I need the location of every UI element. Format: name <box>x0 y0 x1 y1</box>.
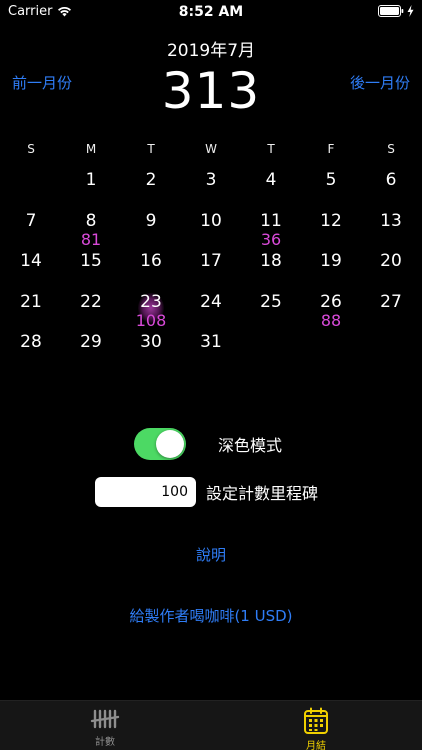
calendar-day-number: 25 <box>260 291 282 312</box>
status-time: 8:52 AM <box>178 4 244 20</box>
calendar-day-number: 24 <box>200 291 222 312</box>
weekday-header: S M T W T F S <box>0 142 422 156</box>
calendar-icon <box>304 707 328 734</box>
calendar-day[interactable]: 17 <box>181 249 241 290</box>
calendar-day-number: 1 <box>85 170 97 190</box>
calendar-day-number: 26 <box>320 291 342 312</box>
calendar-day[interactable]: 9 <box>121 209 181 250</box>
calendar-day[interactable]: 13 <box>361 209 421 250</box>
dark-mode-label: 深色模式 <box>218 436 283 455</box>
calendar-day[interactable]: 24 <box>181 290 241 331</box>
battery-indicator <box>378 5 414 17</box>
help-button[interactable]: 說明 <box>0 544 422 565</box>
weekday-fri: F <box>327 142 335 156</box>
calendar-day[interactable]: 8 81 <box>61 209 121 250</box>
dark-mode-row: 深色模式 <box>134 428 282 460</box>
calendar-day-number: 16 <box>140 251 162 271</box>
tab-counter[interactable]: 計數 <box>65 707 145 748</box>
milestone-row: 設定計數里程碑 <box>95 477 318 507</box>
calendar-day-number: 22 <box>80 291 102 312</box>
calendar-day[interactable]: 25 <box>241 290 301 331</box>
calendar-day[interactable]: 31 <box>181 330 241 371</box>
buy-coffee-button[interactable]: 給製作者喝咖啡(1 USD) <box>0 605 422 626</box>
tab-bar: 計數 月結 <box>0 700 422 750</box>
tally-marks-icon <box>90 709 120 729</box>
calendar-day-number: 15 <box>80 251 102 271</box>
calendar-day[interactable]: 18 <box>241 249 301 290</box>
calendar-day[interactable]: 10 <box>181 209 241 250</box>
calendar-day-number: 28 <box>20 332 42 352</box>
calendar-day-number: 31 <box>200 332 222 352</box>
calendar-day[interactable]: 2 <box>121 168 181 209</box>
calendar-day-number: 21 <box>20 291 42 312</box>
calendar-day[interactable]: 4 <box>241 168 301 209</box>
calendar-day[interactable]: 28 <box>1 330 61 371</box>
milestone-input[interactable] <box>95 477 196 507</box>
tab-monthly-label: 月結 <box>306 741 326 750</box>
battery-icon <box>378 5 404 17</box>
calendar-day[interactable]: 11 36 <box>241 209 301 250</box>
calendar-day-number: 5 <box>325 170 337 190</box>
calendar-day-count: 81 <box>80 229 102 249</box>
weekday-sat: S <box>387 142 395 156</box>
calendar-day-count: 36 <box>260 229 282 249</box>
calendar-day-number: 23 <box>140 291 162 312</box>
calendar-day[interactable]: 23 108 <box>121 290 181 331</box>
dark-mode-switch[interactable] <box>134 428 186 460</box>
calendar-day[interactable]: 3 <box>181 168 241 209</box>
calendar-day-number: 2 <box>145 170 157 190</box>
calendar-empty-cell <box>1 168 61 209</box>
calendar-day-count: 108 <box>135 310 167 330</box>
calendar-grid: 1 2 3 4 5 6 7 8 81 9 10 11 36 12 13 14 15 16 17 18 19 20 21 22 2… <box>0 168 422 371</box>
weekday-wed: W <box>205 142 217 156</box>
calendar-day-count: 88 <box>320 310 342 330</box>
calendar-day-number: 6 <box>385 170 397 190</box>
calendar-day[interactable]: 5 <box>301 168 361 209</box>
calendar-day[interactable]: 30 <box>121 330 181 371</box>
charging-bolt-icon <box>407 5 414 17</box>
calendar-day-number: 11 <box>260 210 282 231</box>
weekday-mon: M <box>85 142 97 156</box>
calendar-day-number: 18 <box>260 251 282 271</box>
calendar-day-number: 3 <box>205 170 217 190</box>
switch-knob <box>156 430 184 458</box>
calendar-day[interactable]: 15 <box>61 249 121 290</box>
calendar-day[interactable]: 20 <box>361 249 421 290</box>
calendar-day[interactable]: 1 <box>61 168 121 209</box>
milestone-label: 設定計數里程碑 <box>206 484 319 503</box>
calendar-day[interactable]: 7 <box>1 209 61 250</box>
weekday-tue: T <box>147 142 155 156</box>
calendar-day[interactable]: 29 <box>61 330 121 371</box>
weekday-sun: S <box>27 142 35 156</box>
calendar-day-number: 9 <box>145 210 157 231</box>
calendar-day-number: 10 <box>200 210 222 231</box>
calendar-day-number: 4 <box>265 170 277 190</box>
calendar-day[interactable]: 16 <box>121 249 181 290</box>
calendar-day[interactable]: 6 <box>361 168 421 209</box>
calendar-day[interactable]: 22 <box>61 290 121 331</box>
calendar-day-number: 13 <box>380 210 402 231</box>
weekday-thu: T <box>267 142 275 156</box>
calendar-day-number: 17 <box>200 251 222 271</box>
calendar-day-number: 14 <box>20 251 42 271</box>
tab-counter-label: 計數 <box>95 737 115 748</box>
calendar-day-number: 8 <box>85 210 97 231</box>
calendar-day[interactable]: 12 <box>301 209 361 250</box>
calendar-day-number: 20 <box>380 251 402 271</box>
month-title: 2019年7月 <box>166 41 256 61</box>
calendar-day-number: 7 <box>25 210 37 231</box>
calendar-day[interactable]: 21 <box>1 290 61 331</box>
calendar-day-number: 29 <box>80 332 102 352</box>
calendar-day-number: 19 <box>320 251 342 271</box>
calendar-day-number: 12 <box>320 210 342 231</box>
tab-monthly[interactable]: 月結 <box>276 707 356 750</box>
calendar-day[interactable]: 26 88 <box>301 290 361 331</box>
calendar-day[interactable]: 14 <box>1 249 61 290</box>
calendar-day[interactable]: 27 <box>361 290 421 331</box>
monthly-total: 313 <box>161 62 261 120</box>
calendar-day[interactable]: 19 <box>301 249 361 290</box>
calendar-day-number: 27 <box>380 291 402 312</box>
status-bar: Carrier 8:52 AM <box>0 0 422 24</box>
calendar-day-number: 30 <box>140 332 162 352</box>
